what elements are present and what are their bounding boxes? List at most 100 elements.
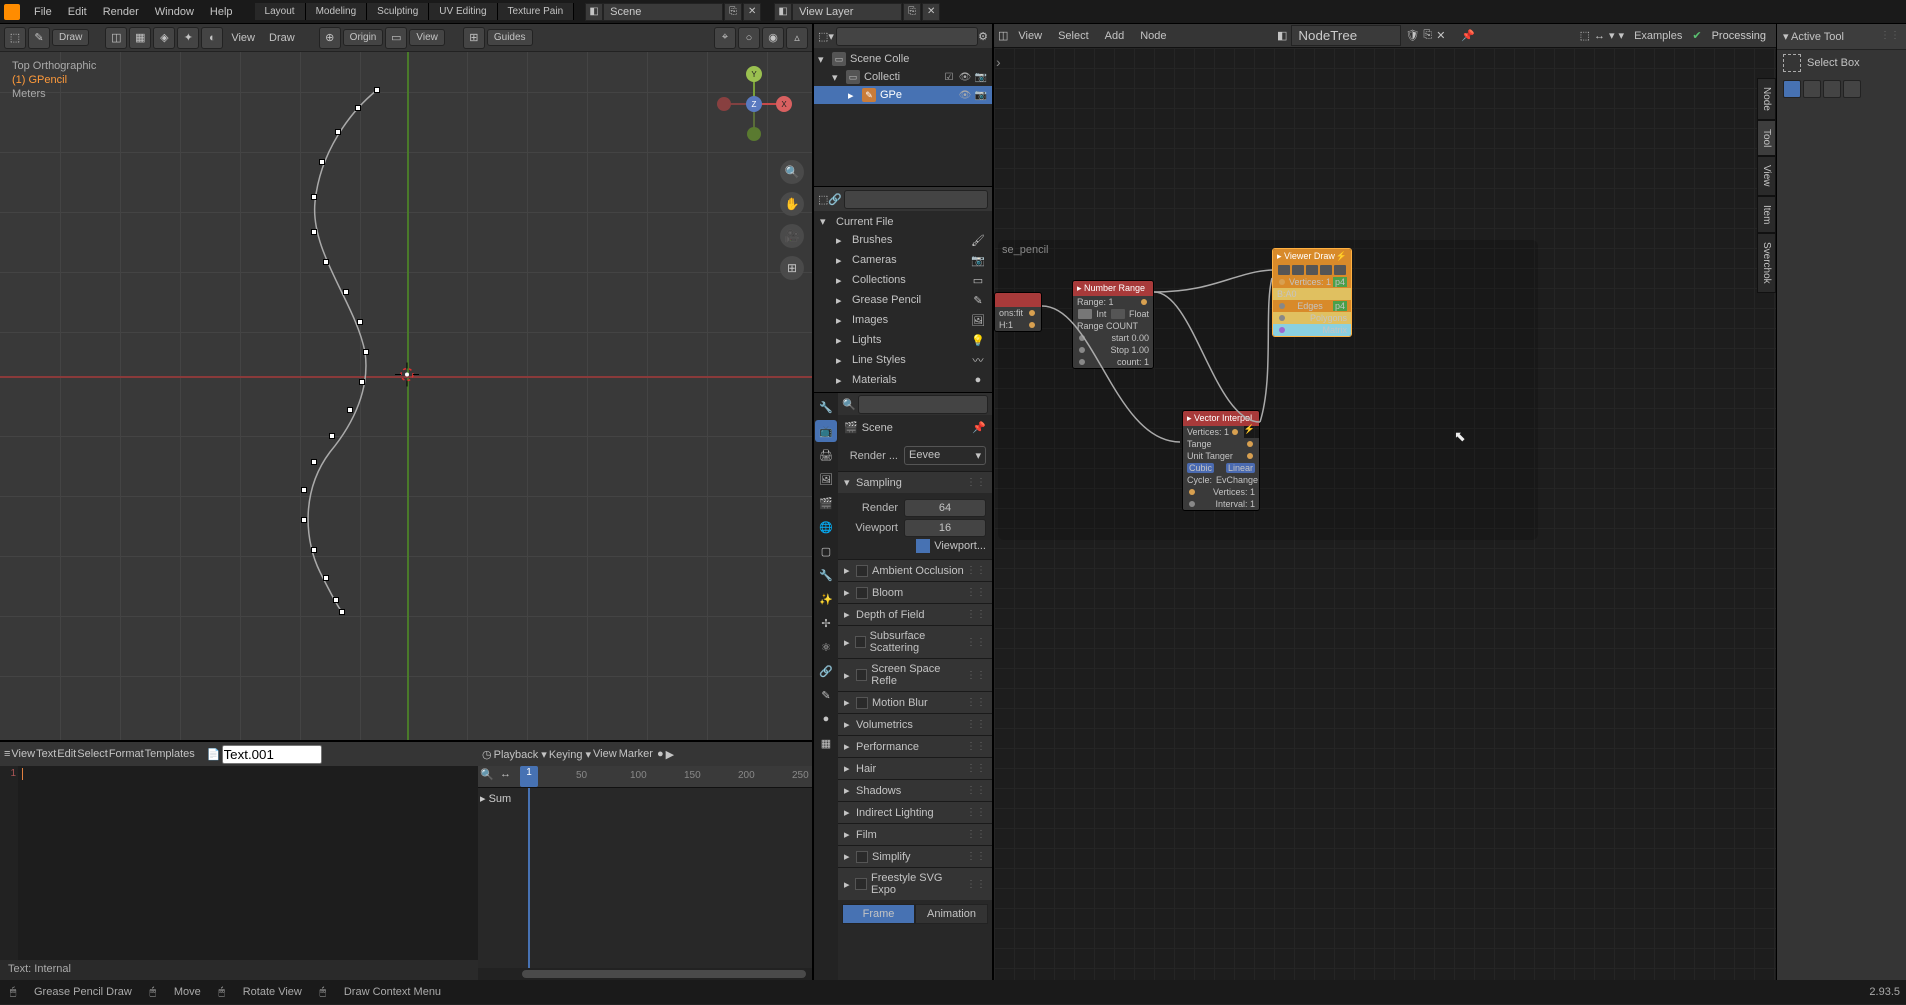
sec-screen-space-refle[interactable]: ▸Screen Space Refle⋮⋮: [838, 659, 992, 691]
ne-iconB[interactable]: ↔: [1594, 30, 1605, 42]
sec-checkbox[interactable]: [856, 587, 868, 599]
tree-new-icon[interactable]: ⎘: [1423, 29, 1432, 42]
vtab-node[interactable]: Node: [1757, 78, 1776, 120]
tab-material-icon[interactable]: ●: [815, 708, 837, 730]
text-name-input[interactable]: [222, 745, 322, 764]
scene-new-icon[interactable]: ⎘: [724, 3, 742, 21]
node-vi-mode[interactable]: CubicLinear: [1183, 462, 1259, 474]
ws-texpaint[interactable]: Texture Pain: [498, 3, 575, 20]
tl-playback[interactable]: Playback ▾: [494, 748, 547, 761]
tl-view[interactable]: View: [593, 748, 617, 760]
proportional-icon[interactable]: ○: [738, 27, 760, 49]
render-samples-field[interactable]: 64: [904, 499, 986, 517]
tl-marker[interactable]: Marker: [619, 748, 653, 760]
node-vd-icons[interactable]: [1273, 264, 1351, 276]
scroll-thumb[interactable]: [522, 970, 806, 978]
tab-constraint-icon[interactable]: 🔗: [815, 660, 837, 682]
guide-icon[interactable]: ⊞: [463, 27, 485, 49]
node-vi-r4[interactable]: Cycle:EvChange: [1183, 474, 1259, 486]
origin-icon[interactable]: ⊕: [319, 27, 341, 49]
editor-type-icon[interactable]: ⬚: [4, 27, 26, 49]
camera-small-icon[interactable]: 📷: [974, 88, 988, 102]
tool-icon-5[interactable]: ◐: [201, 27, 223, 49]
texted-type-icon[interactable]: ≡: [4, 748, 10, 760]
te-select[interactable]: Select: [77, 748, 108, 760]
sec-checkbox[interactable]: [855, 636, 866, 648]
tree-browse-icon[interactable]: ◧: [1277, 29, 1287, 42]
timeline-body[interactable]: ▸ Sum: [478, 788, 812, 968]
outliner-type-icon[interactable]: ⬚: [818, 30, 828, 43]
tab-output-icon[interactable]: 🖨: [815, 444, 837, 466]
selmode-new-icon[interactable]: [1783, 80, 1801, 98]
tab-physics-icon[interactable]: ⚛: [815, 636, 837, 658]
layer-delete-icon[interactable]: ✕: [922, 3, 940, 21]
viewlayer-input[interactable]: [792, 3, 902, 21]
examples-dropdown[interactable]: Examples: [1628, 28, 1688, 44]
tab-viewlayer-icon[interactable]: 🖼: [815, 468, 837, 490]
node-viewer-draw[interactable]: ▸ Viewer Draw⚡ Vertices: 1p4 B:A0 Edgesp…: [1272, 248, 1352, 337]
sec-ambient-occlusion[interactable]: ▸Ambient Occlusion⋮⋮: [838, 560, 992, 581]
ne-view[interactable]: View: [1012, 28, 1048, 44]
check-icon[interactable]: ✔: [1692, 29, 1701, 42]
tab-object-icon[interactable]: ▢: [815, 540, 837, 562]
db-mode-icon[interactable]: 🔗: [828, 193, 842, 206]
tab-render-icon[interactable]: 📺: [815, 420, 837, 442]
ws-sculpting[interactable]: Sculpting: [367, 3, 429, 20]
active-tool-header[interactable]: ▾ Active Tool⋮⋮: [1777, 24, 1906, 50]
sec-shadows[interactable]: ▸Shadows⋮⋮: [838, 780, 992, 801]
sec-film[interactable]: ▸Film⋮⋮: [838, 824, 992, 845]
tl-play-icon[interactable]: ▶: [666, 748, 674, 761]
sec-checkbox[interactable]: [856, 697, 868, 709]
tab-data-icon[interactable]: ✎: [815, 684, 837, 706]
tl-keying[interactable]: Keying ▾: [549, 748, 591, 761]
ne-iconC[interactable]: ▾: [1609, 29, 1615, 42]
pin-icon[interactable]: 📌: [972, 421, 986, 434]
te-templates[interactable]: Templates: [145, 748, 195, 760]
eye-icon[interactable]: 👁: [958, 88, 972, 102]
prop-search-icon[interactable]: 🔍: [842, 398, 856, 411]
tab-modifier-icon[interactable]: 🔧: [815, 564, 837, 586]
te-text[interactable]: Text: [36, 748, 56, 760]
sec-checkbox[interactable]: [855, 878, 867, 890]
menu-render[interactable]: Render: [95, 3, 147, 21]
sec-checkbox[interactable]: [856, 565, 868, 577]
view-dropdown[interactable]: View: [409, 29, 445, 46]
te-edit[interactable]: Edit: [57, 748, 76, 760]
toggle-animation[interactable]: Animation: [915, 904, 988, 924]
camera-small-icon[interactable]: 📷: [974, 70, 988, 84]
sec-checkbox[interactable]: [856, 851, 868, 863]
eye-icon[interactable]: 👁: [958, 70, 972, 84]
snapping-icon[interactable]: ⌖: [714, 27, 736, 49]
tab-world-icon[interactable]: 🌐: [815, 516, 837, 538]
db-lights[interactable]: ▸Lights💡: [814, 330, 992, 350]
outliner-display-icon[interactable]: ▾: [828, 30, 834, 43]
menu-edit[interactable]: Edit: [60, 3, 95, 21]
tab-tool-icon[interactable]: 🔧: [815, 396, 837, 418]
tab-fx-icon[interactable]: ✨: [815, 588, 837, 610]
node-vd-ba[interactable]: B:A0: [1273, 288, 1351, 300]
overlay-icon-b[interactable]: ▵: [786, 27, 808, 49]
ne-select[interactable]: Select: [1052, 28, 1095, 44]
summary-row[interactable]: ▸ Sum: [480, 792, 511, 805]
sec-freestyle-svg-expo[interactable]: ▸Freestyle SVG Expo⋮⋮: [838, 868, 992, 900]
sec-hair[interactable]: ▸Hair⋮⋮: [838, 758, 992, 779]
tool-icon-2[interactable]: ▦: [129, 27, 151, 49]
ne-add[interactable]: Add: [1099, 28, 1131, 44]
db-collections[interactable]: ▸Collections▭: [814, 270, 992, 290]
pencil-icon[interactable]: ✎: [28, 27, 50, 49]
nodeed-type-icon[interactable]: ◫: [998, 29, 1008, 42]
sec-checkbox[interactable]: [856, 669, 868, 681]
render-engine-dropdown[interactable]: Eevee▾: [904, 446, 986, 465]
tool-icon-4[interactable]: ✦: [177, 27, 199, 49]
timeline-scrollbar[interactable]: [478, 968, 812, 980]
sec-subsurface-scattering[interactable]: ▸Subsurface Scattering⋮⋮: [838, 626, 992, 658]
outliner-scene-collection[interactable]: ▾▭Scene Colle: [814, 50, 992, 68]
db-materials[interactable]: ▸Materials●: [814, 370, 992, 390]
outliner-search[interactable]: [836, 27, 978, 46]
view-menu[interactable]: View: [225, 30, 261, 46]
mode-dropdown[interactable]: Draw: [52, 29, 89, 46]
node-nr-mode[interactable]: IntFloat: [1073, 308, 1153, 320]
node-nr-stop[interactable]: Stop 1.00: [1073, 344, 1153, 356]
db-images[interactable]: ▸Images🖼: [814, 310, 992, 330]
node-scene-objects[interactable]: ons:fit H:1: [994, 292, 1042, 332]
